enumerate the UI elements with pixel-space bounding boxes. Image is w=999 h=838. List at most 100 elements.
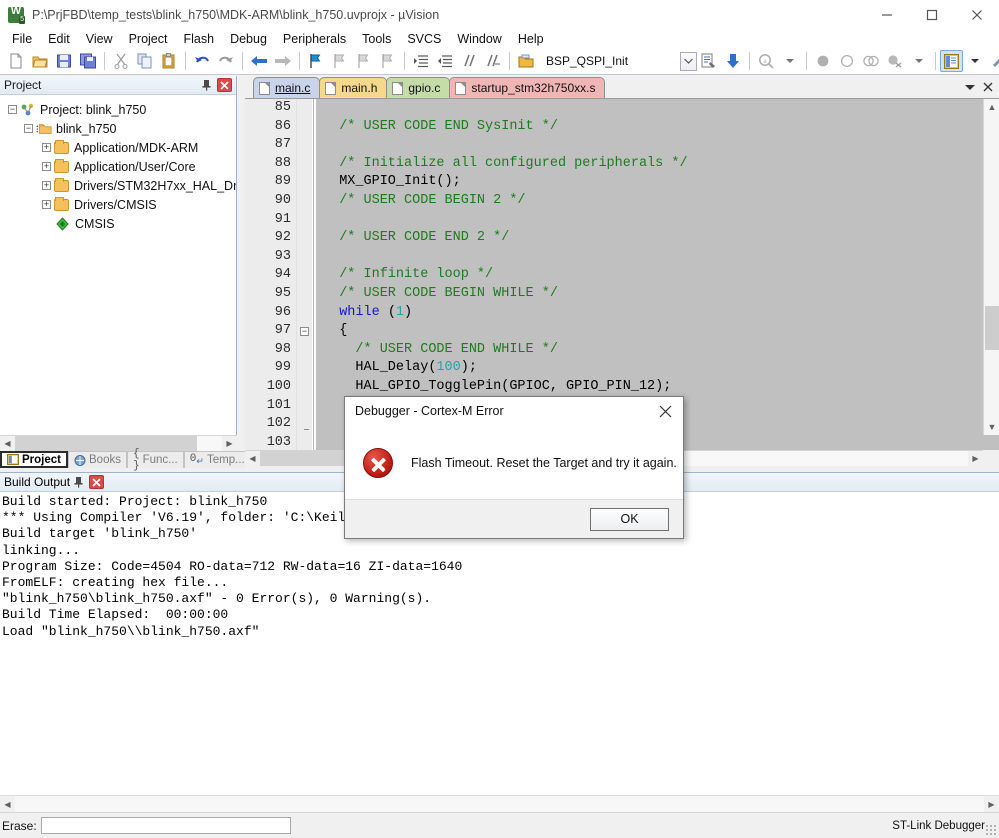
save-icon[interactable] bbox=[52, 50, 76, 73]
dialog-close-icon[interactable] bbox=[647, 397, 683, 425]
menu-help[interactable]: Help bbox=[510, 31, 552, 47]
scroll-right-icon[interactable]: ▶ bbox=[984, 797, 999, 812]
find-dropdown-icon[interactable] bbox=[778, 50, 802, 73]
minimize-button[interactable] bbox=[864, 0, 909, 30]
tab-project[interactable]: Project bbox=[0, 451, 68, 468]
pin-icon[interactable] bbox=[70, 474, 87, 490]
scroll-track[interactable] bbox=[15, 436, 222, 451]
redo-icon[interactable] bbox=[214, 50, 238, 73]
tab-books[interactable]: Books bbox=[68, 451, 127, 468]
editor-tab-label: main.c bbox=[275, 81, 310, 95]
manage-windows-dropdown-icon[interactable] bbox=[963, 50, 987, 73]
scroll-left-icon[interactable]: ◀ bbox=[0, 797, 15, 812]
cut-icon[interactable] bbox=[109, 50, 133, 73]
expander-icon[interactable]: − bbox=[8, 105, 17, 114]
pin-icon[interactable] bbox=[198, 77, 215, 93]
breakpoint-icon[interactable] bbox=[811, 50, 835, 73]
chevron-down-icon[interactable] bbox=[961, 78, 979, 96]
project-tree[interactable]: − Project: blink_h750 − blink_h750 + App… bbox=[0, 95, 236, 435]
editor-tab-main-h[interactable]: main.h bbox=[319, 77, 387, 98]
menu-debug[interactable]: Debug bbox=[222, 31, 275, 47]
chevron-down-icon[interactable] bbox=[680, 52, 697, 71]
paste-icon[interactable] bbox=[157, 50, 181, 73]
editor-tab-startup-s[interactable]: startup_stm32h750xx.s bbox=[449, 77, 605, 98]
undo-icon[interactable] bbox=[190, 50, 214, 73]
maximize-button[interactable] bbox=[909, 0, 954, 30]
menu-flash[interactable]: Flash bbox=[175, 31, 222, 47]
code-comment: /* USER CODE BEGIN WHILE */ bbox=[323, 286, 558, 301]
bookmark-clear-icon[interactable] bbox=[376, 50, 400, 73]
configure-icon[interactable] bbox=[987, 50, 999, 73]
code-folding-column[interactable]: − bbox=[297, 99, 312, 451]
expander-icon[interactable]: + bbox=[42, 162, 51, 171]
scroll-track[interactable] bbox=[15, 796, 984, 812]
close-icon[interactable] bbox=[89, 475, 104, 489]
fold-collapse-icon[interactable]: − bbox=[300, 327, 309, 336]
menu-peripherals[interactable]: Peripherals bbox=[275, 31, 354, 47]
menu-project[interactable]: Project bbox=[121, 31, 176, 47]
scroll-right-icon[interactable]: ▶ bbox=[968, 451, 983, 466]
editor-tab-main-c[interactable]: main.c bbox=[253, 77, 320, 98]
target-options-icon[interactable] bbox=[697, 50, 721, 73]
navigate-forward-icon[interactable] bbox=[271, 50, 295, 73]
project-tree-hscrollbar[interactable]: ◀ ▶ bbox=[0, 435, 237, 451]
scroll-down-icon[interactable]: ▼ bbox=[984, 419, 999, 435]
build-output-hscrollbar[interactable]: ◀ ▶ bbox=[0, 795, 999, 812]
scroll-up-icon[interactable]: ▲ bbox=[984, 99, 999, 115]
scroll-thumb[interactable] bbox=[985, 306, 999, 350]
breakpoint-disable-all-icon[interactable] bbox=[859, 50, 883, 73]
tree-item-target[interactable]: − blink_h750 bbox=[6, 119, 236, 138]
open-project-icon[interactable] bbox=[514, 50, 538, 73]
menu-window[interactable]: Window bbox=[449, 31, 509, 47]
scroll-left-icon[interactable]: ◀ bbox=[245, 451, 260, 466]
comment-icon[interactable] bbox=[457, 50, 481, 73]
expander-icon[interactable]: + bbox=[42, 143, 51, 152]
tab-templates[interactable]: 0↵ Temp... bbox=[184, 451, 251, 468]
build-icon[interactable] bbox=[721, 50, 745, 73]
scroll-right-icon[interactable]: ▶ bbox=[222, 436, 237, 451]
fold-end-marker bbox=[304, 429, 309, 430]
bookmark-toggle-icon[interactable] bbox=[304, 50, 328, 73]
bookmark-next-icon[interactable] bbox=[352, 50, 376, 73]
breakpoint-disable-icon[interactable] bbox=[835, 50, 859, 73]
breakpoint-kill-all-icon[interactable] bbox=[883, 50, 907, 73]
editor-tab-gpio-c[interactable]: gpio.c bbox=[386, 77, 450, 98]
menu-tools[interactable]: Tools bbox=[354, 31, 399, 47]
tree-item-application-mdk-arm[interactable]: + Application/MDK-ARM bbox=[6, 138, 236, 157]
expander-icon[interactable]: + bbox=[42, 200, 51, 209]
breakpoint-dropdown-icon[interactable] bbox=[907, 50, 931, 73]
tree-item-drivers-cmsis[interactable]: + Drivers/CMSIS bbox=[6, 195, 236, 214]
menu-view[interactable]: View bbox=[78, 31, 121, 47]
editor-vscrollbar[interactable]: ▲ ▼ bbox=[983, 99, 999, 435]
target-combo[interactable]: BSP_QSPI_Init bbox=[540, 51, 697, 71]
new-file-icon[interactable] bbox=[4, 50, 28, 73]
copy-icon[interactable] bbox=[133, 50, 157, 73]
ok-button[interactable]: OK bbox=[590, 508, 669, 531]
save-all-icon[interactable] bbox=[76, 50, 100, 73]
indent-icon[interactable] bbox=[409, 50, 433, 73]
manage-windows-icon[interactable] bbox=[940, 50, 963, 72]
tree-item-cmsis-pack[interactable]: CMSIS bbox=[6, 214, 236, 233]
scroll-thumb[interactable] bbox=[15, 436, 197, 451]
tree-item-drivers-hal[interactable]: + Drivers/STM32H7xx_HAL_Driv bbox=[6, 176, 236, 195]
uncomment-icon[interactable] bbox=[481, 50, 505, 73]
close-icon[interactable] bbox=[217, 78, 232, 92]
tab-functions[interactable]: { } Func... bbox=[127, 451, 184, 468]
scroll-left-icon[interactable]: ◀ bbox=[0, 436, 15, 451]
tree-item-project-root[interactable]: − Project: blink_h750 bbox=[6, 100, 236, 119]
find-in-files-icon[interactable]: a bbox=[754, 50, 778, 73]
navigate-back-icon[interactable] bbox=[247, 50, 271, 73]
menu-svcs[interactable]: SVCS bbox=[399, 31, 449, 47]
outdent-icon[interactable] bbox=[433, 50, 457, 73]
bookmark-prev-icon[interactable] bbox=[328, 50, 352, 73]
tree-item-application-user-core[interactable]: + Application/User/Core bbox=[6, 157, 236, 176]
expander-icon[interactable]: + bbox=[42, 181, 51, 190]
open-file-icon[interactable] bbox=[28, 50, 52, 73]
menu-file[interactable]: File bbox=[4, 31, 40, 47]
resize-grip[interactable] bbox=[985, 824, 997, 836]
close-button[interactable] bbox=[954, 0, 999, 30]
close-icon[interactable] bbox=[979, 78, 997, 96]
menu-edit[interactable]: Edit bbox=[40, 31, 78, 47]
tree-item-label: Project: blink_h750 bbox=[40, 103, 146, 117]
expander-icon[interactable]: − bbox=[24, 124, 33, 133]
